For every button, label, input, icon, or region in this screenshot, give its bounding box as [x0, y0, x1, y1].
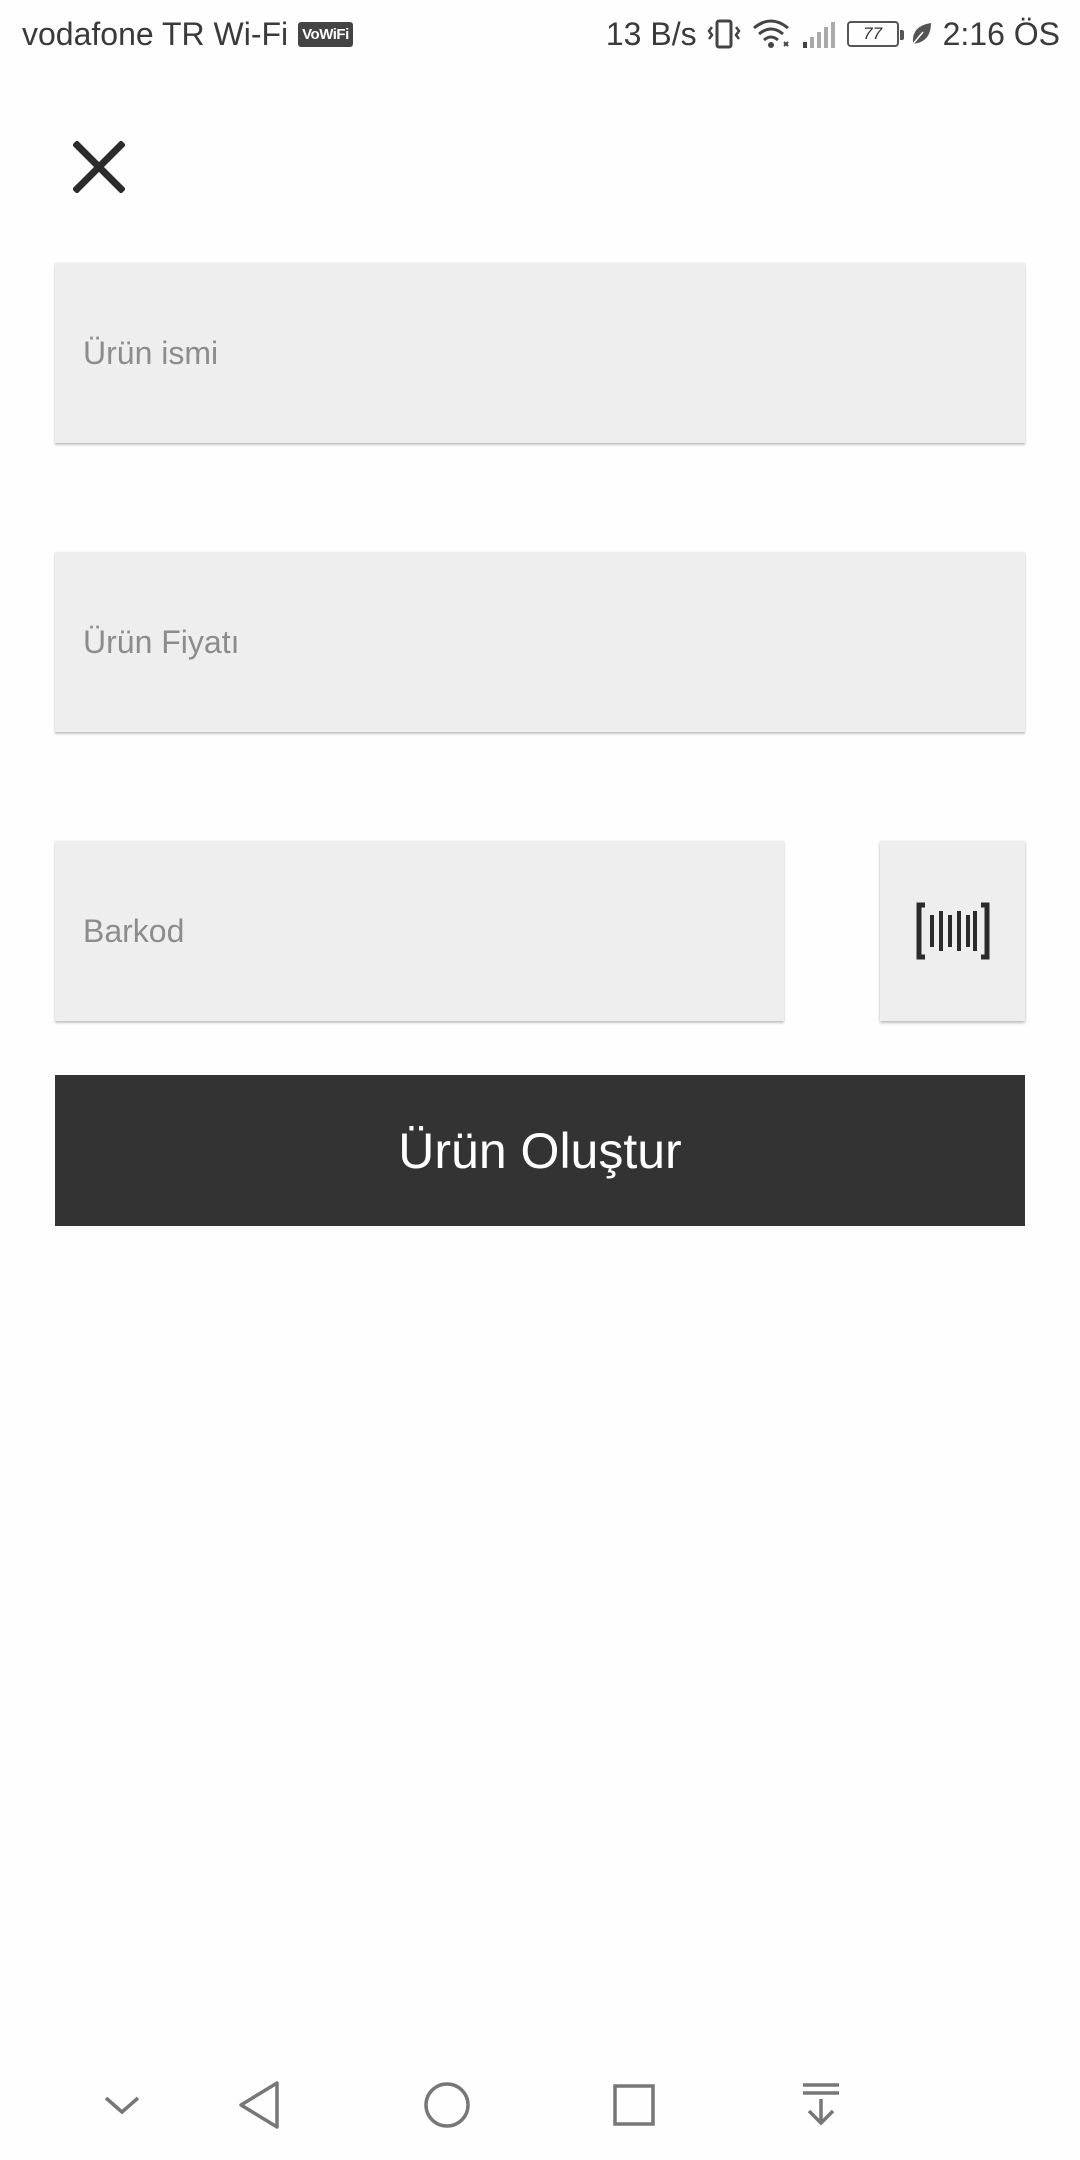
close-button[interactable]	[64, 132, 134, 202]
product-name-input[interactable]	[55, 263, 1025, 443]
chevron-down-icon	[104, 2096, 140, 2115]
nav-back-button[interactable]	[220, 2075, 300, 2135]
barcode-field	[55, 841, 784, 1021]
vowifi-badge: VoWiFi	[298, 21, 353, 47]
barcode-scan-button[interactable]	[880, 841, 1025, 1021]
notification-pull-icon	[803, 2083, 839, 2126]
product-price-input[interactable]	[55, 552, 1025, 732]
battery-level: 77	[863, 24, 883, 43]
create-product-button[interactable]: Ürün Oluştur	[55, 1075, 1025, 1226]
carrier-label: vodafone TR Wi-Fi	[22, 15, 289, 52]
recents-icon	[613, 2084, 655, 2126]
nav-hide-button[interactable]	[82, 2075, 162, 2135]
product-price-field	[55, 552, 1025, 732]
clock: 2:16 ÖS	[942, 15, 1060, 52]
status-bar-right: 13 B/s 77 2:16 ÖS	[606, 16, 1060, 53]
back-icon	[239, 2081, 279, 2129]
nav-notifications-button[interactable]	[781, 2075, 861, 2135]
status-bar: vodafone TR Wi-Fi VoWiFi 13 B/s 77 2:16 …	[0, 0, 1080, 68]
nav-home-button[interactable]	[407, 2075, 487, 2135]
barcode-scan-icon	[916, 902, 989, 960]
leaf-icon	[909, 20, 933, 48]
navigation-bar	[0, 2050, 1080, 2160]
product-name-field	[55, 263, 1025, 443]
status-bar-left: vodafone TR Wi-Fi VoWiFi	[22, 16, 353, 53]
barcode-input[interactable]	[55, 841, 784, 1021]
network-speed: 13 B/s	[605, 15, 697, 52]
signal-icon	[801, 18, 837, 50]
home-icon	[424, 2082, 470, 2128]
wifi-icon	[751, 18, 791, 50]
vibrate-icon	[707, 18, 741, 50]
nav-recents-button[interactable]	[594, 2075, 674, 2135]
close-icon	[73, 141, 125, 193]
battery-icon: 77	[846, 21, 904, 47]
